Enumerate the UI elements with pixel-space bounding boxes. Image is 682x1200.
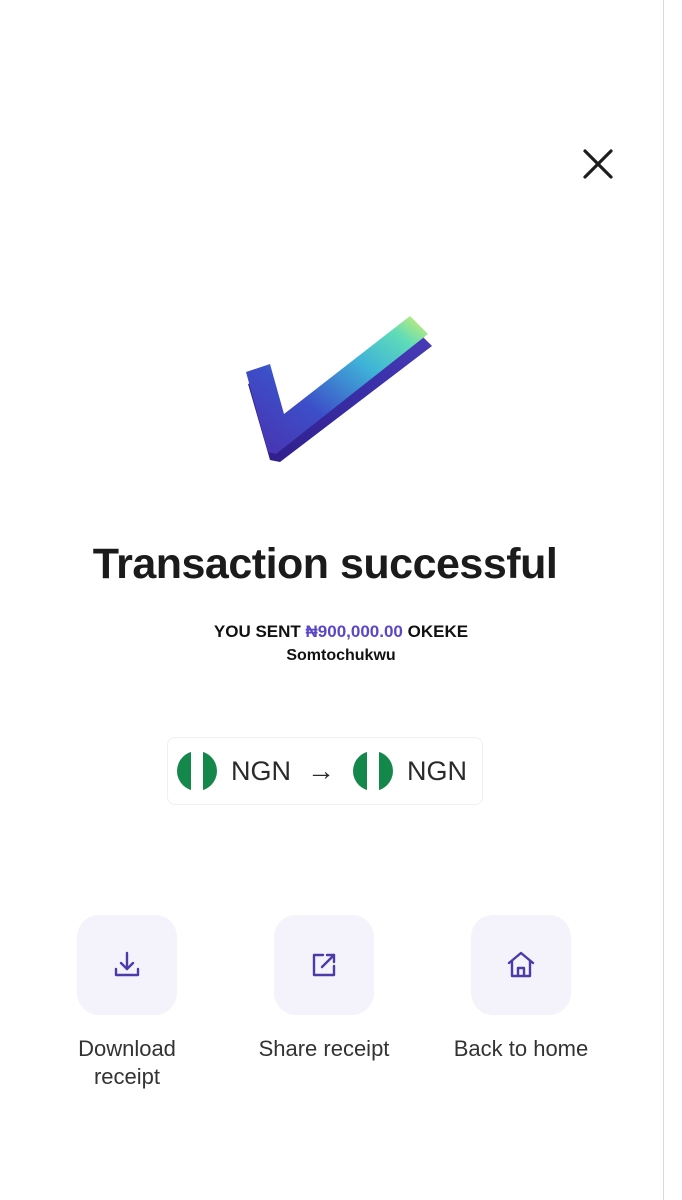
share-icon bbox=[312, 953, 336, 977]
share-receipt-label: Share receipt bbox=[258, 1036, 390, 1061]
success-checkmark bbox=[240, 310, 440, 470]
close-icon bbox=[583, 149, 613, 179]
transaction-success-screen: Transaction successful YOU SENT ₦900,000… bbox=[0, 0, 682, 1200]
download-receipt-label: Download receipt bbox=[78, 1036, 176, 1089]
nigeria-flag-icon bbox=[177, 751, 217, 791]
nigeria-flag-icon bbox=[353, 751, 393, 791]
download-icon-box bbox=[77, 915, 177, 1015]
sent-amount: ₦900,000.00 bbox=[305, 622, 403, 641]
download-icon bbox=[114, 951, 140, 977]
sent-summary: YOU SENT ₦900,000.00 OKEKE bbox=[0, 620, 682, 644]
close-button[interactable] bbox=[576, 142, 620, 186]
recipient-last-name: OKEKE bbox=[407, 622, 469, 641]
recipient-first-name: Somtochukwu bbox=[286, 647, 396, 664]
receipt-actions: Download receipt Share receipt Back to h… bbox=[0, 915, 682, 1115]
currency-pair: NGN → NGN bbox=[167, 737, 483, 805]
home-icon-box bbox=[471, 915, 571, 1015]
share-icon-box bbox=[274, 915, 374, 1015]
download-receipt-button[interactable]: Download receipt bbox=[37, 915, 217, 1091]
arrow-right-icon: → bbox=[307, 755, 335, 786]
to-currency-code: NGN bbox=[407, 755, 467, 786]
sent-prefix: YOU SENT bbox=[213, 622, 301, 641]
back-to-home-label: Back to home bbox=[453, 1036, 589, 1061]
from-currency-code: NGN bbox=[231, 755, 291, 786]
home-icon bbox=[507, 951, 535, 978]
share-receipt-button[interactable]: Share receipt bbox=[234, 915, 414, 1063]
checkmark-3d-icon bbox=[246, 316, 432, 462]
back-to-home-button[interactable]: Back to home bbox=[431, 915, 611, 1063]
page-title: Transaction successful bbox=[92, 540, 558, 588]
